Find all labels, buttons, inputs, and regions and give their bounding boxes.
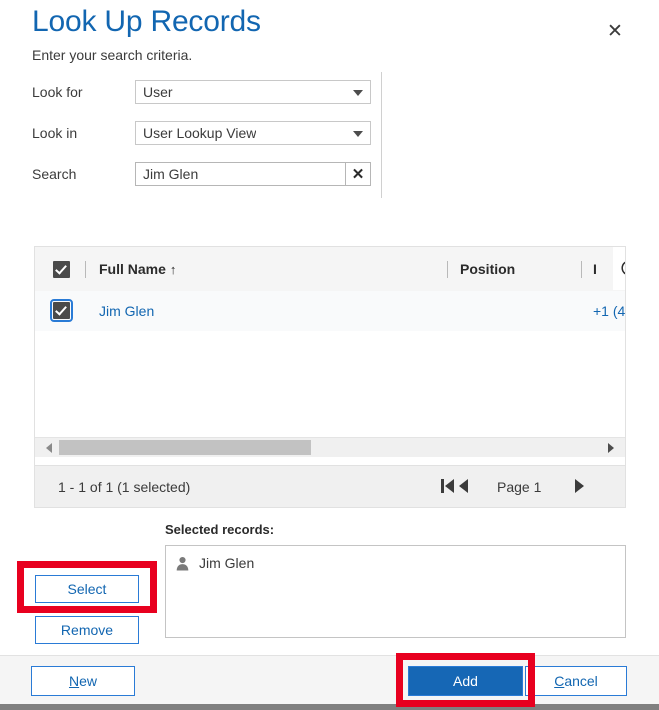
refresh-icon[interactable] (619, 258, 626, 278)
cancel-button-label: ancel (564, 673, 598, 689)
first-page-triangle (445, 479, 454, 493)
new-button-label: ew (79, 673, 98, 689)
first-page-icon[interactable] (441, 476, 454, 496)
search-criteria-form: Look for User Look in User Lookup View S… (0, 72, 659, 200)
column-header-position[interactable]: Position (460, 261, 515, 277)
column-divider (581, 261, 582, 278)
grid-pager: 1 - 1 of 1 (1 selected) Page 1 (34, 466, 626, 508)
results-grid: Full Name ↑ Position I Jim Glen +1 (4 (34, 246, 626, 466)
next-page-icon[interactable] (575, 476, 584, 496)
column-header-full-name[interactable]: Full Name ↑ (99, 261, 176, 277)
column-header-full-name-label: Full Name (99, 261, 166, 277)
list-item-label: Jim Glen (199, 555, 255, 571)
grid-header-row: Full Name ↑ Position I (35, 247, 625, 292)
scrollbar-thumb[interactable] (59, 440, 311, 455)
close-icon[interactable]: ✕ (598, 16, 632, 46)
search-label: Search (32, 166, 77, 182)
previous-page-triangle (459, 479, 468, 493)
selected-records-list[interactable]: Jim Glen (165, 545, 626, 638)
page-title: Look Up Records (32, 5, 261, 38)
look-in-label: Look in (32, 125, 78, 141)
grid-empty-area (35, 331, 625, 437)
cancel-button[interactable]: Cancel (525, 666, 627, 696)
remove-button[interactable]: Remove (35, 616, 139, 644)
row-checkbox[interactable] (50, 299, 73, 322)
page-subtitle: Enter your search criteria. (32, 47, 193, 63)
look-in-row: Look in User Lookup View (32, 121, 382, 147)
previous-page-icon[interactable] (459, 476, 468, 496)
select-all-checkbox[interactable] (53, 261, 70, 278)
clear-search-icon[interactable]: ✕ (345, 162, 371, 186)
criteria-divider (381, 72, 382, 198)
look-for-row: Look for User (32, 80, 382, 106)
refresh-cell (613, 247, 626, 290)
look-for-dropdown[interactable]: User (135, 80, 371, 104)
sort-ascending-icon: ↑ (169, 262, 177, 277)
first-page-bar (441, 479, 444, 493)
chevron-down-icon (353, 90, 363, 96)
add-button[interactable]: Add (408, 666, 523, 696)
search-input[interactable]: Jim Glen ✕ (135, 162, 371, 186)
scroll-right-icon[interactable] (608, 443, 614, 453)
search-row: Search Jim Glen ✕ (32, 162, 382, 188)
page-number-label: Page 1 (497, 479, 542, 495)
new-button[interactable]: New (31, 666, 135, 696)
next-page-triangle (575, 479, 584, 493)
select-button[interactable]: Select (35, 575, 139, 603)
search-input-value: Jim Glen (143, 166, 199, 182)
column-divider (447, 261, 448, 278)
cancel-button-accel: C (554, 673, 565, 689)
new-button-accel: N (68, 673, 80, 689)
dialog-header: Look Up Records Enter your search criter… (0, 0, 659, 70)
look-for-label: Look for (32, 84, 83, 100)
look-in-dropdown[interactable]: User Lookup View (135, 121, 371, 145)
record-count-text: 1 - 1 of 1 (1 selected) (58, 479, 191, 495)
person-icon (176, 556, 189, 571)
grid-horizontal-scrollbar[interactable] (35, 437, 625, 457)
window-bottom-bar (0, 704, 659, 710)
list-item[interactable]: Jim Glen (175, 553, 254, 573)
column-divider (85, 261, 86, 278)
dialog-footer: New Add Cancel (0, 655, 659, 705)
cell-full-name[interactable]: Jim Glen (99, 303, 154, 319)
cell-phone: +1 (4 (593, 303, 626, 319)
look-in-value: User Lookup View (143, 125, 257, 141)
chevron-down-icon (353, 131, 363, 137)
look-for-value: User (143, 84, 173, 100)
selected-records-label: Selected records: (165, 522, 275, 537)
table-row[interactable]: Jim Glen +1 (4 (35, 291, 625, 332)
column-header-truncated[interactable]: I (593, 261, 597, 277)
scroll-left-icon[interactable] (46, 443, 52, 453)
